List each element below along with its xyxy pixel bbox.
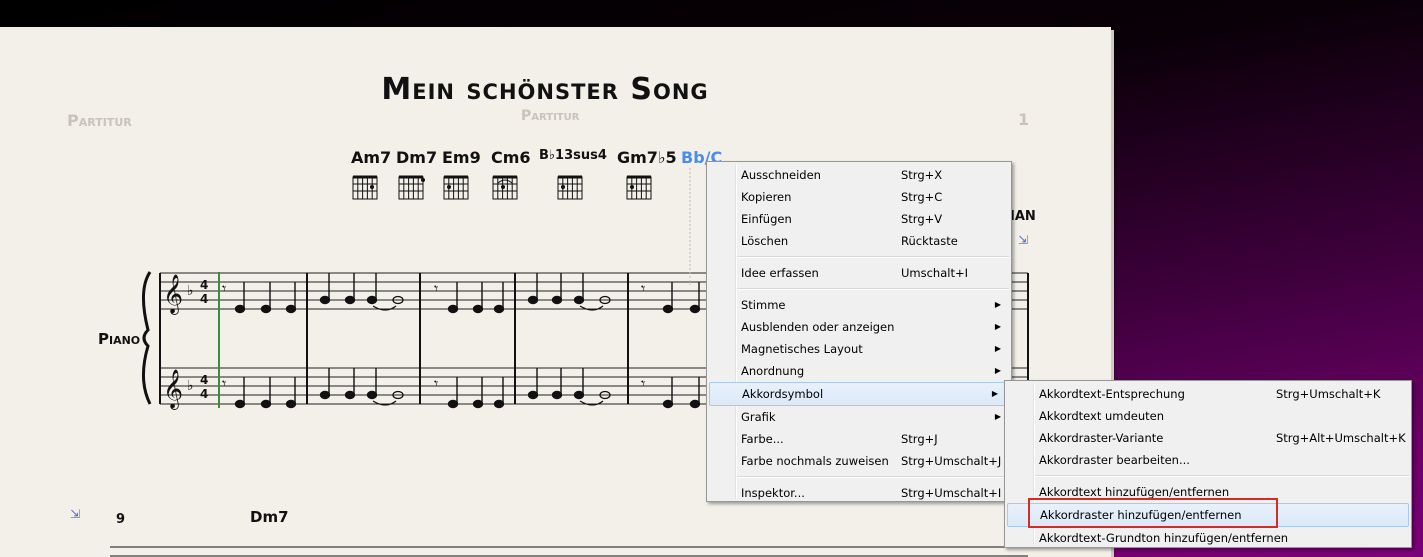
svg-text:4: 4 (200, 373, 208, 387)
menu-shortcut: Rücktaste (901, 234, 958, 248)
submenu-item-respell-chord-text[interactable]: Akkordtext umdeuten (1005, 405, 1411, 427)
submenu-item-chord-text-equivalent[interactable]: Akkordtext-Entsprechung Strg+Umschalt+K (1005, 383, 1411, 405)
menu-label: Akkordraster bearbeiten... (1039, 453, 1190, 467)
menu-label: Inspektor... (741, 486, 805, 500)
menu-separator (1035, 475, 1409, 477)
menu-separator (737, 476, 1009, 478)
svg-text:♭: ♭ (187, 378, 194, 394)
menu-shortcut: Strg+X (901, 168, 943, 182)
menu-item-paste[interactable]: Einfügen Strg+V (707, 208, 1011, 230)
menu-shortcut: Strg+Umschalt+J (901, 454, 1002, 468)
menu-label: Farbe... (741, 432, 784, 446)
submenu-arrow-icon: ▶ (994, 366, 1001, 375)
svg-text:𝄾: 𝄾 (222, 279, 226, 298)
svg-text:4: 4 (200, 387, 208, 401)
submenu-item-edit-chord-grid[interactable]: Akkordraster bearbeiten... (1005, 449, 1411, 471)
menu-shortcut: Strg+C (901, 190, 943, 204)
svg-text:𝄾: 𝄾 (641, 279, 645, 298)
submenu-arrow-icon: ▶ (994, 300, 1001, 309)
menu-item-inspector[interactable]: Inspektor... Strg+Umschalt+I (707, 482, 1011, 504)
highlight-annotation (1028, 498, 1278, 528)
menu-item-color[interactable]: Farbe... Strg+J (707, 428, 1011, 450)
menu-label: Idee erfassen (741, 266, 819, 280)
menu-label: Anordnung (741, 364, 805, 378)
menu-shortcut: Strg+Alt+Umschalt+K (1276, 431, 1406, 445)
menu-label: Akkordsymbol (742, 387, 824, 401)
svg-text:4: 4 (200, 292, 208, 306)
svg-text:𝄾: 𝄾 (222, 374, 226, 393)
svg-text:𝄞: 𝄞 (163, 274, 183, 315)
submenu-arrow-icon: ▶ (994, 322, 1001, 331)
menu-shortcut: Strg+Umschalt+I (901, 486, 1002, 500)
menu-label: Akkordraster-Variante (1039, 431, 1164, 445)
context-menu: Ausschneiden Strg+X Kopieren Strg+C Einfüg… (706, 161, 1012, 502)
menu-item-graphic[interactable]: Grafik ▶ (707, 406, 1011, 428)
menu-item-capture-idea[interactable]: Idee erfassen Umschalt+I (707, 262, 1011, 284)
menu-item-cut[interactable]: Ausschneiden Strg+X (707, 164, 1011, 186)
menu-item-order[interactable]: Anordnung ▶ (707, 360, 1011, 382)
menu-shortcut: Umschalt+I (901, 266, 969, 280)
menu-item-delete[interactable]: Löschen Rücktaste (707, 230, 1011, 252)
submenu-item-chord-grid-variant[interactable]: Akkordraster-Variante Strg+Alt+Umschalt+K (1005, 427, 1411, 449)
submenu-item-toggle-chord-root[interactable]: Akkordtext-Grundton hinzufügen/entfernen (1005, 527, 1411, 549)
menu-label: Einfügen (741, 212, 792, 226)
svg-text:𝄞: 𝄞 (163, 369, 183, 410)
menu-item-hide-show[interactable]: Ausblenden oder anzeigen ▶ (707, 316, 1011, 338)
menu-item-magnetic-layout[interactable]: Magnetisches Layout ▶ (707, 338, 1011, 360)
menu-shortcut: Strg+Umschalt+K (1276, 387, 1381, 401)
menu-item-chord-symbol[interactable]: Akkordsymbol ▶ (709, 382, 1009, 406)
menu-label: Ausblenden oder anzeigen (741, 320, 895, 334)
menu-label: Akkordtext umdeuten (1039, 409, 1165, 423)
menu-separator (737, 256, 1009, 258)
menu-label: Grafik (741, 410, 776, 424)
menu-label: Akkordtext-Entsprechung (1039, 387, 1185, 401)
menu-item-reapply-color[interactable]: Farbe nochmals zuweisen Strg+Umschalt+J (707, 450, 1011, 472)
menu-separator (737, 288, 1009, 290)
menu-label: Farbe nochmals zuweisen (741, 454, 889, 468)
menu-label: Stimme (741, 298, 786, 312)
submenu-arrow-icon: ▶ (994, 412, 1001, 421)
menu-label: Magnetisches Layout (741, 342, 863, 356)
svg-text:𝄾: 𝄾 (641, 374, 645, 393)
menu-item-voice[interactable]: Stimme ▶ (707, 294, 1011, 316)
svg-text:♭: ♭ (187, 283, 194, 299)
menu-item-copy[interactable]: Kopieren Strg+C (707, 186, 1011, 208)
menu-label: Akkordtext-Grundton hinzufügen/entfernen (1039, 531, 1289, 545)
menu-shortcut: Strg+V (901, 212, 943, 226)
menu-shortcut: Strg+J (901, 432, 938, 446)
submenu-arrow-icon: ▶ (994, 344, 1001, 353)
svg-text:𝄾: 𝄾 (434, 374, 438, 393)
menu-label: Ausschneiden (741, 168, 821, 182)
svg-text:4: 4 (200, 278, 208, 292)
submenu-arrow-icon: ▶ (991, 389, 998, 398)
menu-label: Kopieren (741, 190, 792, 204)
menu-label: Löschen (741, 234, 789, 248)
svg-text:𝄾: 𝄾 (434, 279, 438, 298)
